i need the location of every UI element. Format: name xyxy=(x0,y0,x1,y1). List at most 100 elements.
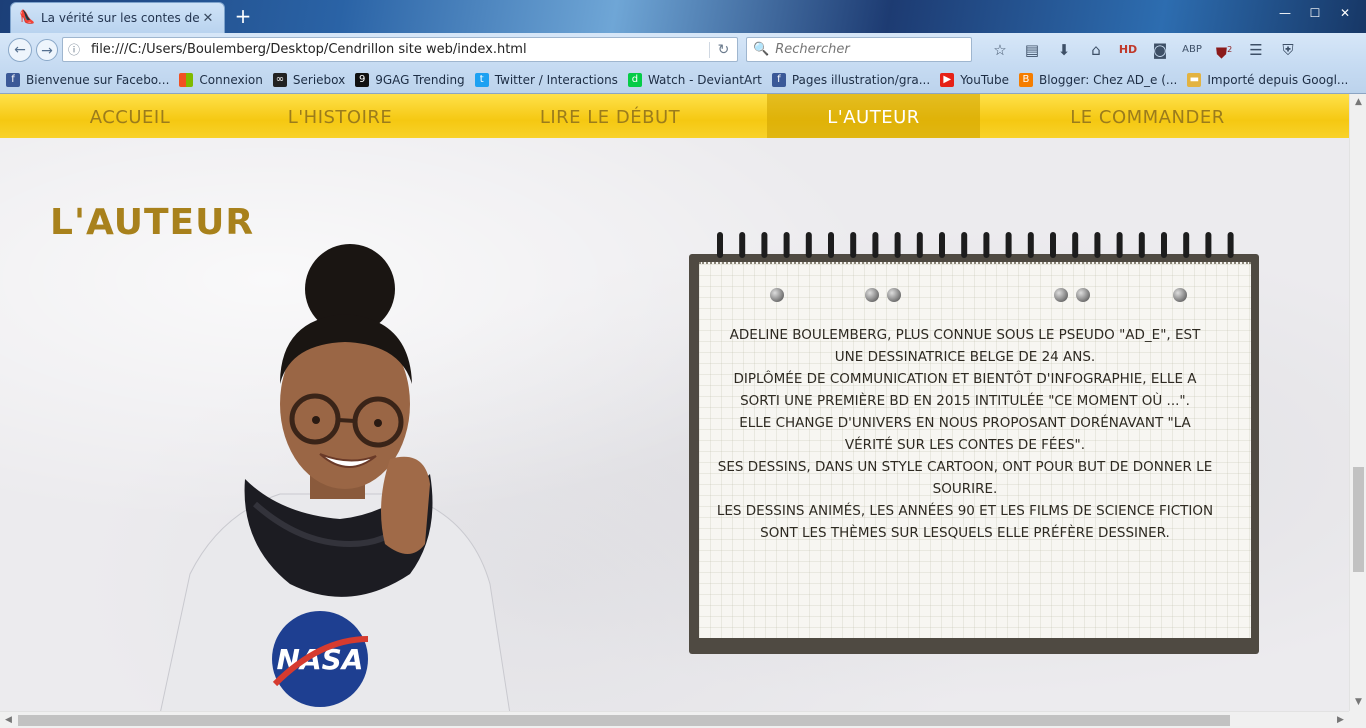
maximize-button[interactable]: ☐ xyxy=(1300,4,1330,22)
home-icon[interactable]: ⌂ xyxy=(1080,38,1112,62)
minimize-button[interactable]: — xyxy=(1270,4,1300,22)
bookmark-item[interactable]: f Bienvenue sur Facebo... xyxy=(6,72,169,87)
bookmark-item[interactable]: 9 9GAG Trending xyxy=(355,72,465,87)
spiral-ring xyxy=(1116,232,1123,258)
ublock-icon[interactable]: ⛊2 xyxy=(1208,38,1240,62)
scroll-right-icon[interactable]: ▶ xyxy=(1332,712,1349,728)
bookmark-item[interactable]: d Watch - DeviantArt xyxy=(627,72,762,87)
shoe-favicon-icon: 👠 xyxy=(19,10,36,25)
seriebox-icon: ∞ xyxy=(272,72,287,87)
spiral-ring xyxy=(983,232,990,258)
hd-extension-icon[interactable]: HD xyxy=(1112,38,1144,62)
bio-line: Ses dessins, dans un style cartoon, ont … xyxy=(717,459,1213,497)
badge-count: 2 xyxy=(1227,45,1233,54)
spiral-ring xyxy=(872,232,879,258)
site-menu: ACCUEIL L'HISTOIRE LIRE LE DÉBUT L'AUTEU… xyxy=(0,94,1349,138)
bookmark-star-icon[interactable]: ☆ xyxy=(984,38,1016,62)
adblock-icon[interactable]: ABP xyxy=(1176,38,1208,62)
forward-button[interactable]: → xyxy=(36,39,58,61)
spiral-ring xyxy=(1227,232,1234,258)
pin-icon xyxy=(1054,288,1068,302)
facebook-icon: f xyxy=(6,72,20,87)
window-controls: — ☐ ✕ xyxy=(1270,4,1360,22)
close-tab-icon[interactable]: ✕ xyxy=(200,11,216,26)
spiral-ring xyxy=(1005,232,1012,258)
author-portrait: NASA xyxy=(160,244,511,711)
horizontal-scrollbar[interactable]: ◀ ▶ xyxy=(0,711,1349,728)
spiral-ring xyxy=(1072,232,1079,258)
spiral-ring xyxy=(1027,232,1034,258)
folder-icon: ▬ xyxy=(1187,72,1202,87)
deviantart-icon: d xyxy=(627,72,642,87)
info-icon[interactable]: ⓘ xyxy=(63,41,85,58)
blogger-icon: B xyxy=(1018,72,1033,87)
search-box[interactable]: 🔍 xyxy=(746,37,972,62)
spiral-binding-icon xyxy=(717,232,1234,258)
scroll-down-icon[interactable]: ▼ xyxy=(1350,694,1366,711)
pocket-icon[interactable]: ◙ xyxy=(1144,38,1176,62)
search-input[interactable] xyxy=(775,42,966,57)
spiral-ring xyxy=(1161,232,1167,258)
pin-icon xyxy=(865,288,879,302)
scroll-up-icon[interactable]: ▲ xyxy=(1350,94,1366,111)
menu-item-histoire[interactable]: L'HISTOIRE xyxy=(230,94,450,138)
bookmark-item[interactable]: t Twitter / Interactions xyxy=(474,72,618,87)
bookmark-item[interactable]: B Blogger: Chez AD_e (... xyxy=(1018,72,1177,87)
horizontal-scroll-thumb[interactable] xyxy=(18,715,1230,726)
spiral-ring xyxy=(1094,232,1101,258)
vertical-scroll-thumb[interactable] xyxy=(1353,467,1364,572)
9gag-icon: 9 xyxy=(355,72,370,87)
new-tab-button[interactable]: + xyxy=(232,5,254,27)
url-text[interactable]: file:///C:/Users/Boulemberg/Desktop/Cend… xyxy=(85,42,709,57)
spiral-ring xyxy=(916,232,923,258)
toolbar-icons: ☆ ▤ ⬇ ⌂ HD ◙ ABP ⛊2 ☰ ⛨ xyxy=(984,38,1304,62)
scroll-left-icon[interactable]: ◀ xyxy=(0,712,17,728)
youtube-icon: ▶ xyxy=(940,72,955,87)
page-viewport: ACCUEIL L'HISTOIRE LIRE LE DÉBUT L'AUTEU… xyxy=(0,94,1349,711)
spiral-ring xyxy=(1050,232,1056,258)
spiral-ring xyxy=(961,232,968,258)
back-button[interactable]: ← xyxy=(8,38,32,62)
address-bar[interactable]: ⓘ file:///C:/Users/Boulemberg/Desktop/Ce… xyxy=(62,37,738,62)
browser-tab[interactable]: 👠 La vérité sur les contes de... ✕ xyxy=(10,2,225,33)
vertical-scrollbar[interactable]: ▲ ▼ xyxy=(1349,94,1366,711)
page-title: L'AUTEUR xyxy=(50,202,255,243)
bookmark-item[interactable]: ∞ Seriebox xyxy=(272,72,345,87)
spiral-ring xyxy=(717,232,723,258)
close-window-button[interactable]: ✕ xyxy=(1330,4,1360,22)
reading-list-icon[interactable]: ▤ xyxy=(1016,38,1048,62)
menu-icon[interactable]: ☰ xyxy=(1240,38,1272,62)
spiral-ring xyxy=(805,232,812,258)
spiral-ring xyxy=(1205,232,1212,258)
spiral-ring xyxy=(828,232,834,258)
browser-navbar: ← → ⓘ file:///C:/Users/Boulemberg/Deskto… xyxy=(0,33,1366,66)
scrollbar-corner xyxy=(1349,711,1366,728)
bookmark-item[interactable]: Connexion xyxy=(179,72,263,87)
reload-icon[interactable]: ↻ xyxy=(709,41,737,58)
spiral-ring xyxy=(783,232,790,258)
browser-titlebar: 👠 La vérité sur les contes de... ✕ + — ☐… xyxy=(0,0,1366,33)
bookmark-item[interactable]: ▶ YouTube xyxy=(940,72,1009,87)
microsoft-icon xyxy=(179,72,194,87)
pin-icon xyxy=(1076,288,1090,302)
bio-line: Adeline Boulemberg, plus connue sous le … xyxy=(729,327,1201,365)
bookmark-item[interactable]: f Pages illustration/gra... xyxy=(771,72,930,87)
menu-item-lire-le-debut[interactable]: LIRE LE DÉBUT xyxy=(490,94,730,138)
menu-item-commander[interactable]: LE COMMANDER xyxy=(1030,94,1265,138)
download-icon[interactable]: ⬇ xyxy=(1048,38,1080,62)
spiral-ring xyxy=(1138,232,1145,258)
bookmark-item[interactable]: ▬ Importé depuis Googl... xyxy=(1187,72,1348,87)
pin-icon xyxy=(1173,288,1187,302)
spiral-ring xyxy=(939,232,945,258)
menu-item-accueil[interactable]: ACCUEIL xyxy=(30,94,230,138)
pin-icon xyxy=(887,288,901,302)
spiral-ring xyxy=(850,232,857,258)
facebook-icon: f xyxy=(771,72,786,87)
search-icon: 🔍 xyxy=(753,42,770,57)
menu-item-auteur[interactable]: L'AUTEUR xyxy=(767,94,980,138)
twitter-icon: t xyxy=(474,72,489,87)
bio-notebook: Adeline Boulemberg, plus connue sous le … xyxy=(685,224,1263,654)
bio-line: Elle change d'univers en nous proposant … xyxy=(739,415,1191,453)
shield-icon[interactable]: ⛨ xyxy=(1272,38,1304,62)
bookmarks-bar: f Bienvenue sur Facebo... Connexion ∞ Seri… xyxy=(0,66,1366,94)
